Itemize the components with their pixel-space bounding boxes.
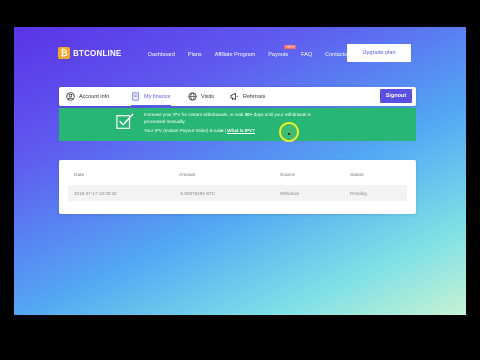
what-is-ipv-link[interactable]: What is IPV?: [227, 128, 255, 133]
document-icon: [131, 92, 140, 101]
nav-payouts-label: Payouts: [268, 52, 289, 58]
globe-icon: [188, 92, 197, 101]
mouse-cursor-icon: [288, 133, 290, 135]
logo[interactable]: ₿ BTCONLINE: [58, 47, 121, 59]
megaphone-icon: [230, 92, 239, 101]
tab-referrals[interactable]: Referrals: [230, 87, 265, 106]
nav-faq[interactable]: FAQ: [301, 52, 312, 58]
column-header-amount: Amount: [179, 173, 196, 178]
new-badge: NEW: [284, 45, 297, 49]
tab-visits[interactable]: Visits: [188, 87, 214, 106]
cursor-highlight: [279, 122, 299, 142]
alert-text: Your IPV (Instant Payout Value) is: [144, 128, 215, 133]
tab-account-info[interactable]: Account info: [66, 87, 109, 106]
nav-payouts[interactable]: Payouts NEW: [268, 45, 297, 58]
checkbox-check-icon: [116, 113, 134, 129]
alert-line-1: Increase your IPV for instant withdrawal…: [144, 112, 311, 117]
nav-affiliate-program[interactable]: Affiliate Program: [215, 52, 256, 58]
upgrade-plan-button[interactable]: Upgrade plan: [347, 44, 411, 62]
nav-plans[interactable]: Plans: [188, 52, 202, 58]
transactions-table: Date Amount Source Status 2018-07-17 18:…: [59, 160, 416, 214]
signout-button[interactable]: Signout: [380, 89, 412, 103]
nav-links: Dashboard Plans Affiliate Program Payout…: [148, 45, 360, 58]
nav-dashboard[interactable]: Dashboard: [148, 52, 175, 58]
bitcoin-icon: ₿: [58, 47, 70, 59]
column-header-status: Status: [350, 173, 364, 178]
tab-label: Referrals: [243, 93, 266, 100]
top-nav: ₿ BTCONLINE Dashboard Plans Affiliate Pr…: [14, 27, 466, 79]
nav-contacts[interactable]: Contacts: [325, 52, 347, 58]
cell-status: Pending: [350, 191, 367, 196]
alert-line-3: Your IPV (Instant Payout Value) is Low |…: [144, 128, 255, 133]
alert-text: days until your withdrawal is: [252, 112, 311, 117]
alert-text: Increase your IPV for instant withdrawal…: [144, 112, 245, 117]
tab-my-finance[interactable]: My finance: [131, 87, 171, 106]
tab-label: Visits: [201, 93, 215, 100]
page-background: ₿ BTCONLINE Dashboard Plans Affiliate Pr…: [14, 27, 466, 315]
cell-source: Withdraw: [280, 191, 300, 196]
ipv-alert: Increase your IPV for instant withdrawal…: [59, 108, 416, 141]
tab-label: My finance: [144, 93, 171, 100]
cell-amount: -0.00876469 BTC: [179, 191, 216, 196]
user-circle-icon: [66, 92, 75, 101]
column-header-source: Source: [280, 173, 296, 178]
tab-label: Account info: [79, 93, 110, 100]
brand-name: BTCONLINE: [73, 48, 122, 58]
cell-date: 2018-07-17 18:35:32: [74, 191, 117, 196]
alert-line-2: processed manually.: [144, 119, 186, 124]
column-header-date: Date: [74, 173, 85, 178]
account-tabs-bar: Account info My finance Visits Referrals…: [59, 87, 416, 106]
